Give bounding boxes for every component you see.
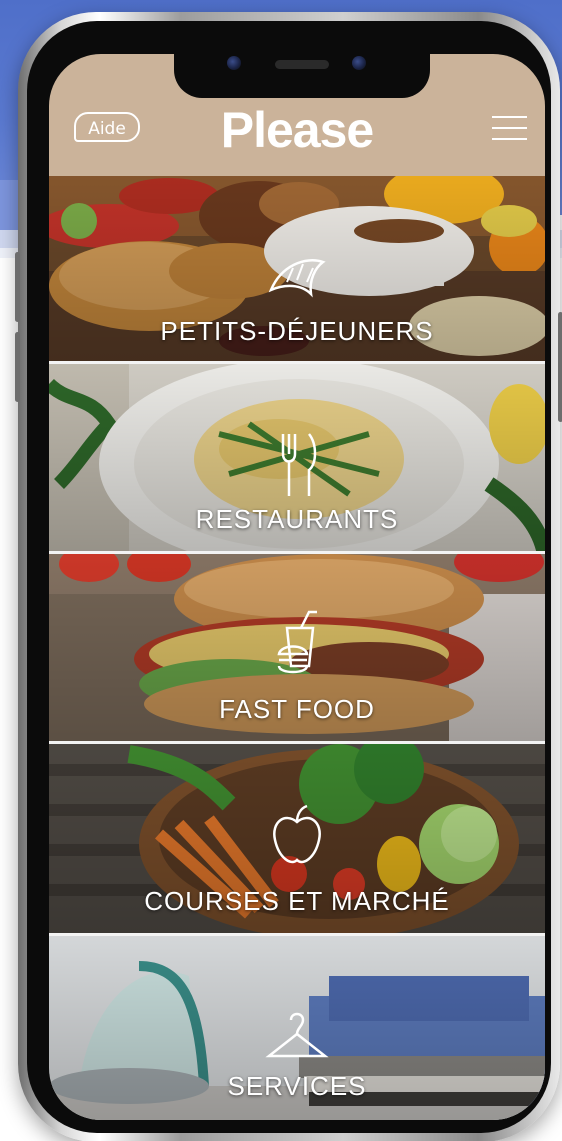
sensor-icon (352, 56, 366, 70)
phone-screen: Aide Please PETITS-DÉJEUNERS RESTAURANTS… (49, 54, 545, 1120)
category-tile-services[interactable]: SERVICES (49, 936, 545, 1120)
hanger-icon (257, 998, 337, 1078)
earpiece-speaker (275, 60, 329, 69)
category-label: SERVICES (227, 1071, 367, 1101)
phone-notch (174, 54, 430, 98)
croissant-icon (257, 238, 337, 318)
category-list: PETITS-DÉJEUNERS RESTAURANTS FAST FOOD C… (49, 176, 545, 1120)
category-label: PETITS-DÉJEUNERS (160, 316, 434, 346)
front-camera-icon (227, 56, 241, 70)
fork-knife-icon (257, 424, 337, 504)
burger-drink-icon (257, 606, 337, 686)
category-tile-restaurants[interactable]: RESTAURANTS (49, 364, 545, 554)
category-label: RESTAURANTS (195, 504, 399, 534)
apple-icon (257, 796, 337, 876)
category-tile-courses-et-marche[interactable]: COURSES ET MARCHÉ (49, 744, 545, 936)
volume-up-button (15, 252, 20, 322)
app-logo: Please (220, 102, 374, 158)
app-screenshot: Aide Please PETITS-DÉJEUNERS RESTAURANTS… (0, 0, 562, 1141)
power-button (558, 312, 562, 422)
category-label: FAST FOOD (219, 694, 375, 724)
volume-down-button (15, 332, 20, 402)
category-label: COURSES ET MARCHÉ (144, 886, 450, 916)
hamburger-menu-icon[interactable] (492, 114, 527, 142)
category-tile-petits-dejeuners[interactable]: PETITS-DÉJEUNERS (49, 176, 545, 364)
category-tile-fast-food[interactable]: FAST FOOD (49, 554, 545, 744)
